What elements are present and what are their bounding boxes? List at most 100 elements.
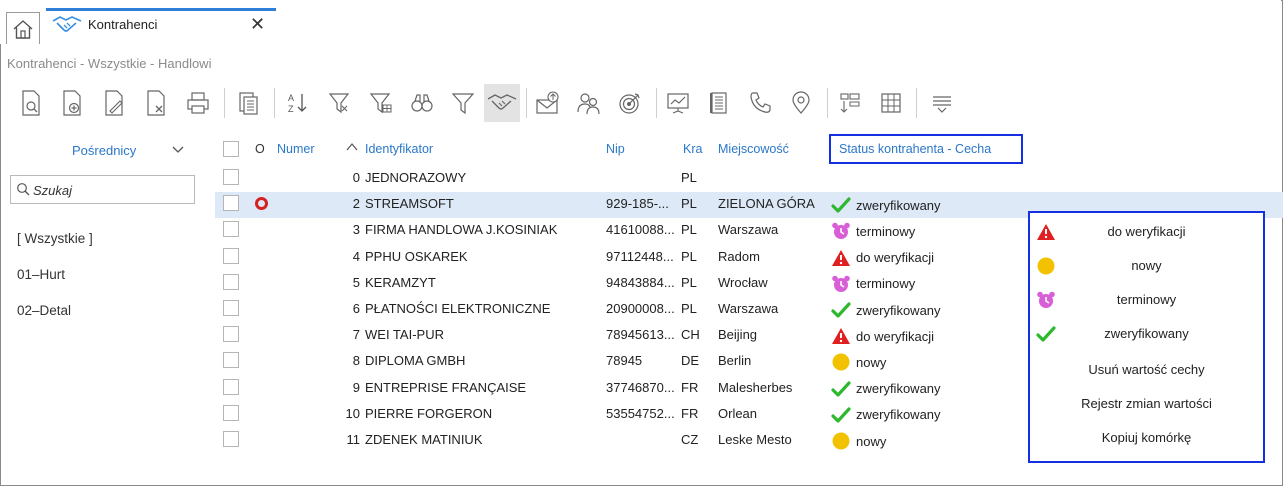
row-checkbox[interactable] xyxy=(223,378,239,395)
sidebar-group-selector[interactable]: Pośrednicy xyxy=(0,138,205,162)
filter-clear-button[interactable] xyxy=(445,84,481,122)
filter-button[interactable] xyxy=(322,84,358,122)
sort-button[interactable]: AZ xyxy=(280,84,316,122)
row-checkbox[interactable] xyxy=(223,247,239,264)
cell-status[interactable]: nowy xyxy=(831,432,1031,450)
column-layout-icon xyxy=(840,93,860,113)
column-header-numer[interactable]: Numer xyxy=(277,142,315,156)
popup-item[interactable]: nowy xyxy=(1030,249,1263,283)
status-label: do weryfikacji xyxy=(856,328,935,344)
edit-doc-button[interactable] xyxy=(96,84,132,122)
column-layout-button[interactable] xyxy=(832,84,868,122)
chevron-down-icon[interactable] xyxy=(171,142,185,156)
mail-button[interactable] xyxy=(530,84,566,122)
cell-kraj: PL xyxy=(681,274,697,290)
presentation-button[interactable] xyxy=(660,84,696,122)
cell-status[interactable]: do weryfikacji xyxy=(831,249,1031,267)
popup-item[interactable]: Rejestr zmian wartości xyxy=(1030,387,1263,421)
row-checkbox[interactable] xyxy=(223,431,239,447)
contacts-button[interactable] xyxy=(571,84,607,122)
cell-status[interactable]: do weryfikacji xyxy=(831,327,1031,345)
sidebar: Pośrednicy [ Wszystkie ] 01–Hurt 02–Deta… xyxy=(0,132,205,486)
presentation-chart-icon xyxy=(667,93,689,114)
select-all-checkbox[interactable] xyxy=(223,141,239,157)
delete-doc-button[interactable] xyxy=(138,84,174,122)
column-header-kra[interactable]: Kra xyxy=(683,142,702,156)
toolbar-separator xyxy=(916,88,917,118)
cell-status[interactable]: zweryfikowany xyxy=(831,301,1031,319)
row-checkbox[interactable] xyxy=(223,404,239,421)
ledger-button[interactable] xyxy=(701,84,737,122)
target-button[interactable] xyxy=(612,84,648,122)
preview-doc-button[interactable] xyxy=(13,84,49,122)
popup-item-label: terminowy xyxy=(1116,292,1177,307)
search-input[interactable] xyxy=(33,180,191,200)
cell-status[interactable]: zweryfikowany xyxy=(831,380,1031,398)
status-label: nowy xyxy=(856,433,887,449)
check-icon xyxy=(831,301,851,319)
filter-grid-button[interactable] xyxy=(363,84,399,122)
row-checkbox[interactable] xyxy=(223,326,239,343)
popup-item[interactable]: terminowy xyxy=(1030,283,1263,317)
popup-item[interactable]: do weryfikacji xyxy=(1030,215,1263,249)
cell-status[interactable]: terminowy xyxy=(831,222,1031,240)
new-dot-icon xyxy=(831,432,851,450)
phone-button[interactable] xyxy=(742,84,778,122)
handshake-icon xyxy=(487,94,517,110)
cell-kraj: PL xyxy=(681,222,697,238)
home-button[interactable] xyxy=(6,12,40,44)
cell-kraj: PL xyxy=(681,248,697,264)
cell-status[interactable]: terminowy xyxy=(831,275,1031,293)
location-button[interactable] xyxy=(783,84,819,122)
cell-status[interactable]: nowy xyxy=(831,353,1031,371)
cell-nip: 929-185-... xyxy=(606,196,669,212)
handshake-button[interactable] xyxy=(484,84,520,122)
cell-status[interactable]: zweryfikowany xyxy=(831,196,1031,214)
sidebar-search xyxy=(10,175,195,204)
close-icon[interactable]: ✕ xyxy=(250,13,265,35)
column-header-miejscowosc[interactable]: Miejscowość xyxy=(718,142,789,156)
cell-numer: 4 xyxy=(352,248,360,264)
popup-item[interactable]: Usuń wartość cechy xyxy=(1030,353,1263,387)
row-checkbox[interactable] xyxy=(223,300,239,316)
popup-item[interactable]: zweryfikowany xyxy=(1030,317,1263,351)
toolbar-separator xyxy=(274,88,275,118)
column-header-status[interactable]: Status kontrahenta - Cecha xyxy=(839,142,991,156)
column-header-nip[interactable]: Nip xyxy=(606,142,625,156)
cell-nip: 20900008... xyxy=(606,301,675,316)
binoculars-icon xyxy=(411,94,433,112)
column-header-o[interactable]: O xyxy=(255,142,265,156)
collapse-menu-icon xyxy=(933,96,951,113)
row-checkbox[interactable] xyxy=(223,195,239,212)
popup-item-label: Kopiuj komórkę xyxy=(1101,430,1192,445)
row-checkbox[interactable] xyxy=(223,352,239,369)
cell-miejscowosc: Malesherbes xyxy=(718,379,793,395)
table-row[interactable]: 0 JEDNORAZOWY PL xyxy=(215,166,1283,192)
more-options-button[interactable] xyxy=(924,84,960,122)
sidebar-item-wszystkie[interactable]: [ Wszystkie ] xyxy=(17,231,93,246)
row-checkbox[interactable] xyxy=(223,221,239,238)
cell-kraj: FR xyxy=(681,379,699,395)
cell-nip: 97112448... xyxy=(606,248,674,264)
sidebar-item-hurt[interactable]: 01–Hurt xyxy=(17,267,65,282)
warning-icon xyxy=(831,249,851,267)
column-header-identyfikator[interactable]: Identyfikator xyxy=(365,142,433,156)
report-button[interactable] xyxy=(230,84,266,122)
print-button[interactable] xyxy=(180,84,216,122)
cell-miejscowosc: Berlin xyxy=(718,353,752,369)
find-button[interactable] xyxy=(404,84,440,122)
cell-numer: 5 xyxy=(352,274,360,290)
sidebar-item-detal[interactable]: 02–Detal xyxy=(17,303,71,318)
cell-numer: 8 xyxy=(352,353,360,369)
add-doc-button[interactable] xyxy=(54,84,90,122)
cell-kraj: CZ xyxy=(681,432,699,447)
tab-kontrahenci[interactable]: Kontrahenci ✕ xyxy=(46,8,276,44)
document-delete-icon xyxy=(147,90,165,116)
grid-button[interactable] xyxy=(873,84,909,122)
popup-item[interactable]: Kopiuj komórkę xyxy=(1030,421,1263,455)
cell-status[interactable]: zweryfikowany xyxy=(831,406,1031,424)
row-checkbox[interactable] xyxy=(223,273,239,290)
cell-miejscowosc: Wrocław xyxy=(718,274,768,290)
cell-miejscowosc: ZIELONA GÓRA xyxy=(718,196,815,212)
row-checkbox[interactable] xyxy=(223,169,239,185)
